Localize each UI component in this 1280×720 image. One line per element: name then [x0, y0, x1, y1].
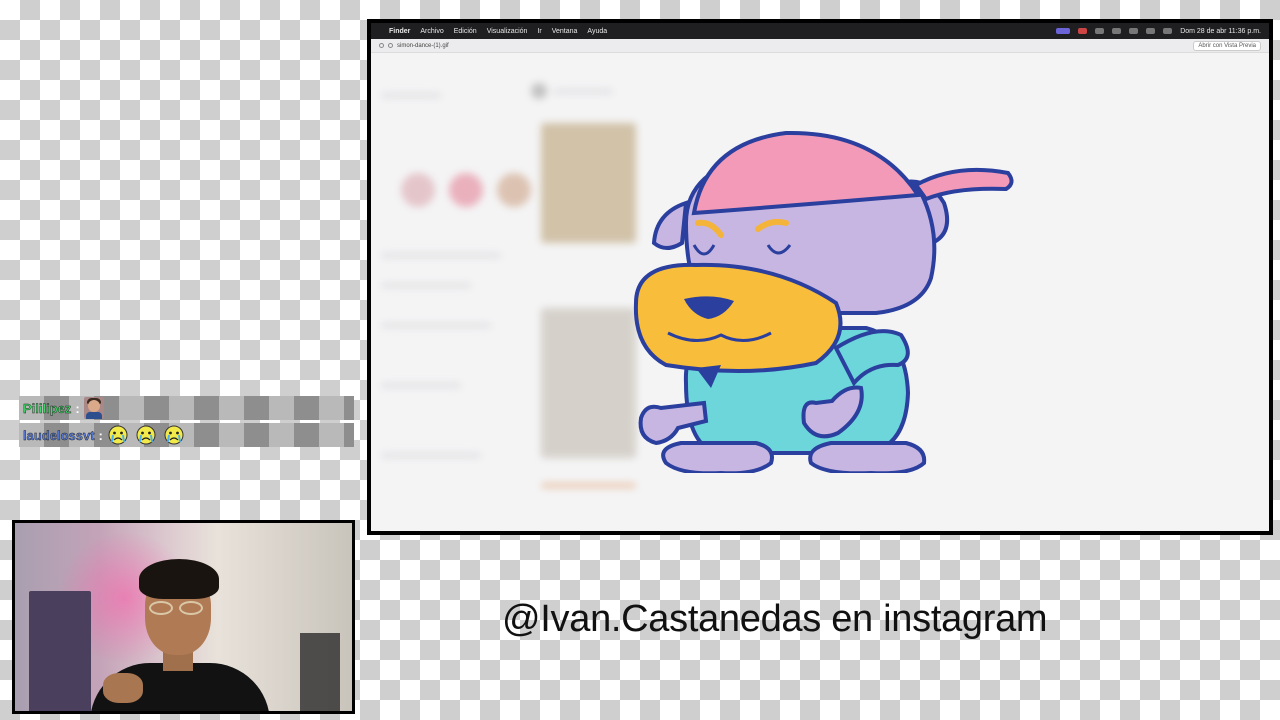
- chat-message: laudelossvt :: [19, 423, 354, 447]
- open-with-preview-button[interactable]: Abrir con Vista Previa: [1193, 40, 1261, 51]
- chat-username: Pililipez: [23, 400, 72, 416]
- crying-face-emote: [136, 425, 156, 445]
- chat-message: Pililipez :: [19, 396, 354, 420]
- screen-record-icon[interactable]: [1056, 28, 1071, 34]
- menu-archivo[interactable]: Archivo: [420, 28, 443, 35]
- bluetooth-icon[interactable]: [1112, 28, 1122, 34]
- battery-icon[interactable]: [1129, 28, 1139, 34]
- webcam-feed: [15, 523, 352, 711]
- instagram-caption: @Ivan.Castanedas en instagram: [502, 598, 1048, 640]
- chat-separator: :: [75, 400, 80, 416]
- glasses: [149, 601, 209, 615]
- chat-separator: :: [98, 427, 103, 443]
- display-icon[interactable]: [1095, 28, 1105, 34]
- background-door: [29, 591, 91, 711]
- crying-face-emote: [108, 425, 128, 445]
- preview-window: Finder Archivo Edición Visualización Ir …: [371, 23, 1269, 531]
- control-center-icon[interactable]: [1163, 28, 1173, 34]
- menu-ir[interactable]: Ir: [537, 28, 541, 35]
- menu-ventana[interactable]: Ventana: [552, 28, 578, 35]
- menubar-datetime[interactable]: Dom 28 de abr 11:36 p.m.: [1180, 28, 1261, 35]
- chat-username: laudelossvt: [23, 427, 95, 443]
- status-icons: Dom 28 de abr 11:36 p.m.: [1056, 28, 1261, 35]
- avatar-emote: [83, 397, 104, 419]
- streamer-hair: [139, 559, 219, 599]
- close-window-icon[interactable]: [379, 43, 384, 48]
- window-title: simon-dance-(1).gif: [397, 42, 449, 49]
- menu-ayuda[interactable]: Ayuda: [587, 28, 607, 35]
- menu-app-finder[interactable]: Finder: [389, 28, 410, 35]
- preview-titlebar: simon-dance-(1).gif Abrir con Vista Prev…: [371, 39, 1269, 53]
- menu-edicion[interactable]: Edición: [454, 28, 477, 35]
- webcam-frame: [12, 520, 355, 714]
- crying-face-emote: [164, 425, 184, 445]
- dancing-dog-illustration: [633, 130, 1014, 473]
- screen-capture-frame: Finder Archivo Edición Visualización Ir …: [367, 19, 1273, 535]
- chat-overlay: Pililipez : laudelossvt :: [19, 396, 354, 450]
- menu-visualizacion[interactable]: Visualización: [487, 28, 528, 35]
- streamer-hand: [103, 673, 143, 703]
- macos-menubar: Finder Archivo Edición Visualización Ir …: [371, 23, 1269, 39]
- wifi-icon[interactable]: [1146, 28, 1156, 34]
- record-indicator-icon[interactable]: [1078, 28, 1088, 34]
- info-icon[interactable]: [388, 43, 393, 48]
- background-shelf: [300, 633, 340, 711]
